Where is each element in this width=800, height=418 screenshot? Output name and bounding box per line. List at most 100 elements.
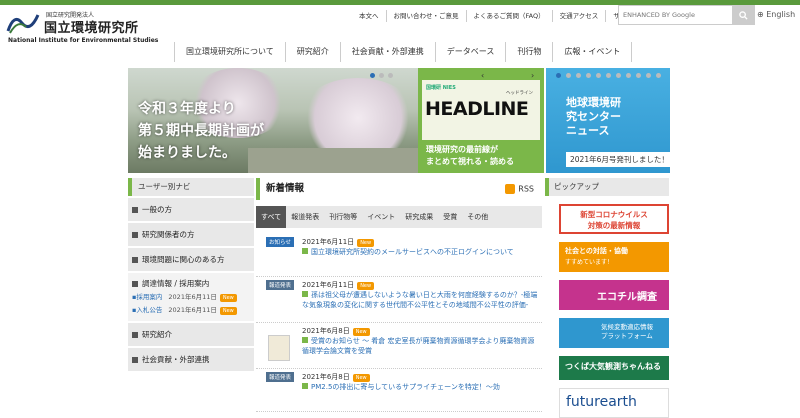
headline-banner[interactable]: 国環研 NIES ヘッドライン HEADLINE 環境研究の最前線が まとめて視… xyxy=(418,68,544,173)
pager-dot[interactable] xyxy=(556,73,561,78)
recruit-label: 採用案内 xyxy=(136,293,163,301)
pager-dot[interactable] xyxy=(576,73,581,78)
cger-title-line: ニュース xyxy=(566,124,610,137)
util-link-contact[interactable]: お問い合わせ・ご意見 xyxy=(385,10,466,22)
news-item: 報道発表 2021年6月8日 New PM2.5の排出に寄与しているサプライチェー… xyxy=(256,369,542,412)
user-nav-researchers[interactable]: 研究関係者の方 xyxy=(128,223,254,246)
user-nav-env-interest[interactable]: 環境問題に関心のある方 xyxy=(128,248,254,271)
award-thumbnail xyxy=(268,335,290,361)
news-link[interactable]: 孫は祖父母が遭遇しないような暑い日と大雨を何度経験するのか？-極端な気象現象の変… xyxy=(302,290,540,310)
pager-dot[interactable] xyxy=(636,73,641,78)
util-link-skip[interactable]: 本文へ xyxy=(352,10,386,22)
hero-slide[interactable]: 令和３年度より 第５期中長期計画が 始まりました。 xyxy=(128,68,418,173)
pager-dot[interactable] xyxy=(379,73,384,78)
hero-line: 始まりました。 xyxy=(138,145,236,161)
util-link-access[interactable]: 交通アクセス xyxy=(551,10,606,22)
new-badge: New xyxy=(357,239,375,247)
news-date-text: 2021年6月8日 xyxy=(302,373,350,381)
pager-dot[interactable] xyxy=(646,73,651,78)
tsukuba-air-banner[interactable]: つくば大気観測ちゃんねる xyxy=(559,356,669,380)
banner-line: すすめています！ xyxy=(565,259,614,266)
search-button[interactable] xyxy=(732,6,754,24)
news-date: 2021年6月8日 New xyxy=(302,372,370,382)
pager-dot[interactable] xyxy=(656,73,661,78)
gnav-social[interactable]: 社会貢献・外部連携 xyxy=(339,42,435,62)
pager-dot[interactable] xyxy=(370,73,375,78)
site-logo[interactable]: 国立研究開発法人 国立環境研究所 National Institute for … xyxy=(6,9,158,44)
globe-icon: ⊕ xyxy=(757,10,764,19)
util-link-faq[interactable]: よくあるご質問（FAQ） xyxy=(465,10,552,22)
prev-arrow-icon[interactable]: ‹ xyxy=(481,71,484,80)
hero-caption: 令和３年度より 第５期中長期計画が 始まりました。 xyxy=(138,98,264,164)
search-icon xyxy=(738,10,748,20)
tab-results[interactable]: 研究成果 xyxy=(400,206,438,228)
new-badge: New xyxy=(352,374,370,382)
logo-japanese: 国立環境研究所 xyxy=(44,21,139,36)
bullet-icon xyxy=(132,281,138,287)
category-badge: 報道発表 xyxy=(266,280,295,290)
headline-subtitle: 環境研究の最前線が まとめて視れる・読める xyxy=(426,144,514,168)
gnav-about[interactable]: 国立環境研究所について xyxy=(174,42,285,62)
tab-awards[interactable]: 受賞 xyxy=(438,206,462,228)
language-switch[interactable]: ⊕ English xyxy=(757,10,795,19)
user-nav-research[interactable]: 研究紹介 xyxy=(128,323,254,346)
ecochil-banner[interactable]: エコチル調査 xyxy=(559,280,669,310)
arrow-icon xyxy=(302,291,308,297)
news-date-text: 2021年6月11日 xyxy=(302,238,355,246)
cger-badge: 2021年6月号発刊しました！ xyxy=(566,152,670,167)
tab-events[interactable]: イベント xyxy=(362,206,400,228)
banner-line: futurearth xyxy=(566,394,637,410)
gnav-publications[interactable]: 刊行物 xyxy=(505,42,552,62)
tender-link[interactable]: ▪入札公告 2021年6月11日 New xyxy=(132,304,250,317)
gnav-database[interactable]: データベース xyxy=(434,42,506,62)
climate-adapt-banner[interactable]: 気候変動適応情報 プラットフォーム xyxy=(559,318,669,348)
hero-line: 令和３年度より xyxy=(138,101,236,117)
pager-dot[interactable] xyxy=(596,73,601,78)
futurearth-banner[interactable]: futurearth xyxy=(559,388,669,418)
tender-date: 2021年6月11日 xyxy=(168,306,217,314)
news-item: 2021年6月8日 New 受賞のお知らせ 〜 肴倉 宏史室長が廃棄物資源循環学会… xyxy=(256,323,542,369)
tab-publications[interactable]: 刊行物等 xyxy=(324,206,362,228)
user-nav-general[interactable]: 一般の方 xyxy=(128,198,254,221)
tab-other[interactable]: その他 xyxy=(462,206,493,228)
user-nav-label: 研究関係者の方 xyxy=(142,230,195,239)
global-nav: 国立環境研究所について 研究紹介 社会貢献・外部連携 データベース 刊行物 広報… xyxy=(174,42,633,62)
news-date: 2021年6月11日 New xyxy=(302,280,375,290)
pager-dot[interactable] xyxy=(616,73,621,78)
pager-dot[interactable] xyxy=(626,73,631,78)
next-arrow-icon[interactable]: › xyxy=(531,71,534,80)
path-image xyxy=(248,148,418,173)
category-badge: 報道発表 xyxy=(266,372,295,382)
banner-line: 対策の最新情報 xyxy=(587,221,641,230)
gnav-pr-events[interactable]: 広報・イベント xyxy=(552,42,633,62)
pager-dot[interactable] xyxy=(566,73,571,78)
news-link[interactable]: 受賞のお知らせ 〜 肴倉 宏史室長が廃棄物資源循環学会より廃棄物資源循環学会論文… xyxy=(302,336,540,356)
tab-all[interactable]: すべて xyxy=(256,206,287,228)
news-link[interactable]: PM2.5の排出に寄与しているサプライチェーンを特定！〜効 xyxy=(302,382,540,392)
pager-dot[interactable] xyxy=(388,73,393,78)
covid-banner[interactable]: 新型コロナウイルス 対策の最新情報 xyxy=(559,204,669,234)
user-nav-label: 環境問題に関心のある方 xyxy=(142,255,225,264)
recruit-link[interactable]: ▪採用案内 2021年6月11日 New xyxy=(132,291,250,304)
tender-label: 入札公告 xyxy=(136,306,163,314)
search-input[interactable] xyxy=(619,6,729,24)
news-date-text: 2021年6月8日 xyxy=(302,327,350,335)
rss-link[interactable]: RSS xyxy=(505,184,534,194)
tab-press[interactable]: 報道発表 xyxy=(286,206,324,228)
dialogue-banner[interactable]: 社会との対話・協働 すすめています！ xyxy=(559,242,669,272)
news-date-text: 2021年6月11日 xyxy=(302,281,355,289)
procurement-label: 調達情報 / 採用案内 xyxy=(142,279,210,288)
bullet-icon xyxy=(132,232,138,238)
news-link[interactable]: 国立環境研究所契約のメールサービスへの不正ログインについて xyxy=(302,247,540,257)
gnav-research[interactable]: 研究紹介 xyxy=(284,42,340,62)
cger-news-banner[interactable]: 地球環境研 究センター ニュース 2021年6月号発刊しました！ xyxy=(546,68,670,173)
user-nav-social[interactable]: 社会貢献・外部連携 xyxy=(128,348,254,371)
headline-title: HEADLINE xyxy=(425,98,529,120)
procurement-title[interactable]: 調達情報 / 採用案内 xyxy=(132,277,250,291)
hero-pager xyxy=(370,73,393,78)
pager-dot[interactable] xyxy=(586,73,591,78)
language-label: English xyxy=(766,10,796,19)
new-badge: New xyxy=(219,294,237,302)
pager-dot[interactable] xyxy=(606,73,611,78)
cherry-tree-image xyxy=(298,78,418,158)
